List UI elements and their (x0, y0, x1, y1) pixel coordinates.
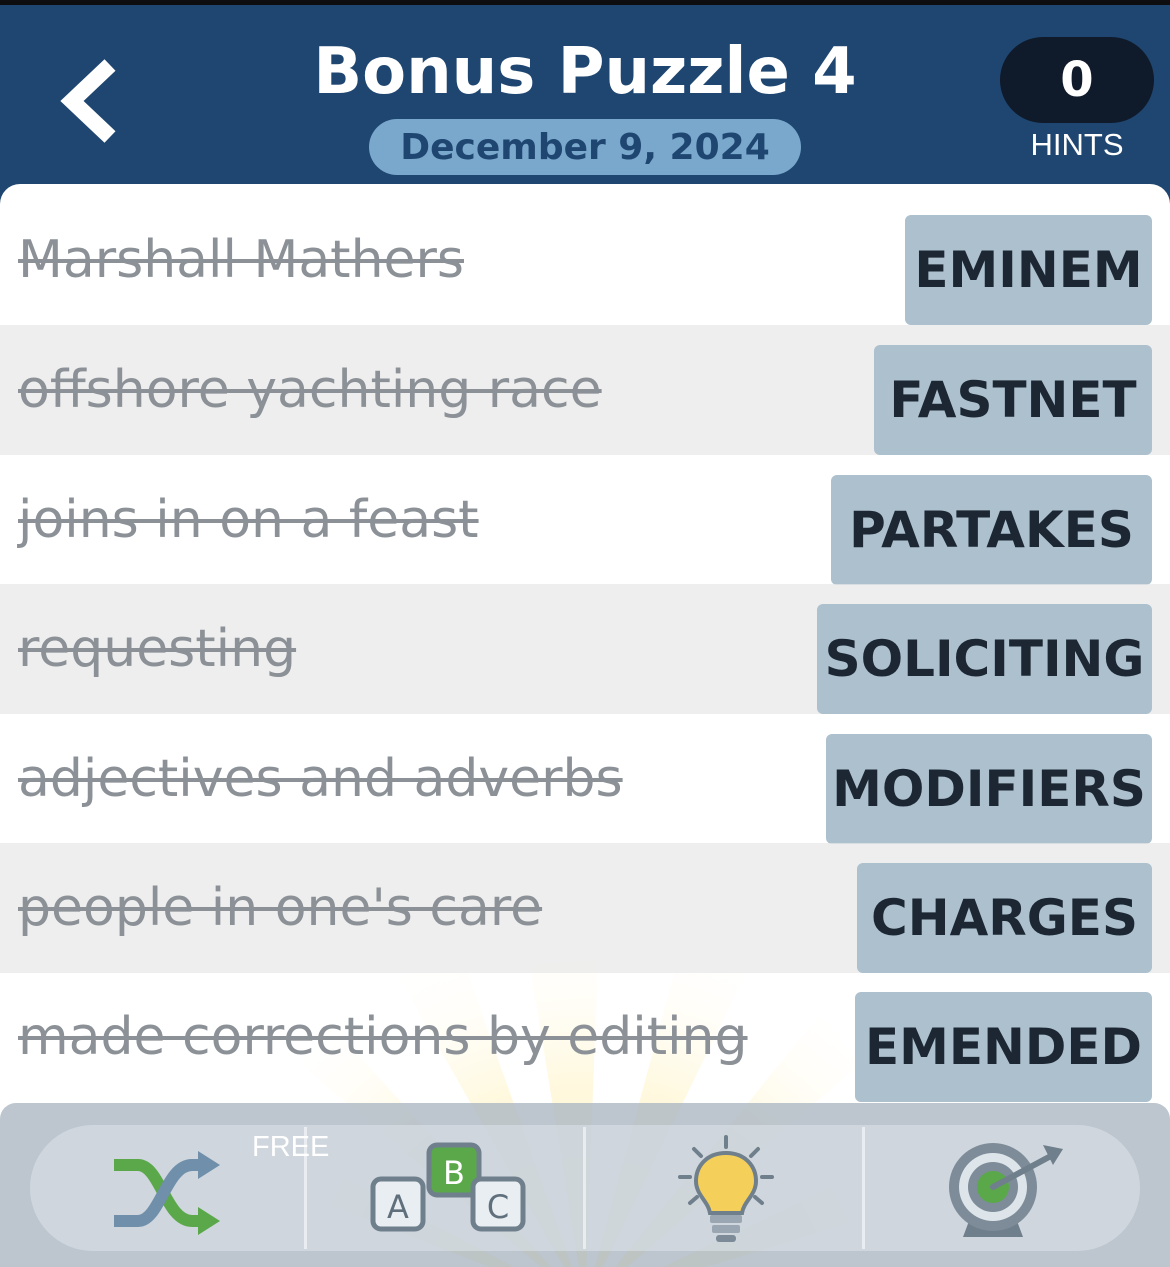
solve-button[interactable] (865, 1125, 1140, 1251)
toolbar: FREE A B C (0, 1103, 1170, 1267)
answer-tile[interactable]: SOLICITING (817, 604, 1152, 714)
back-button[interactable] (52, 53, 132, 153)
clue-row: people in one's care CHARGES (0, 843, 1170, 973)
clue-row: joins in on a feast PARTAKES (0, 455, 1170, 585)
target-icon (949, 1143, 1063, 1237)
page-title: Bonus Puzzle 4 (313, 35, 857, 109)
shuffle-button[interactable]: FREE (30, 1125, 329, 1251)
clue-row: made corrections by editing EMENDED (0, 972, 1170, 1102)
block-letter-a: A (387, 1188, 409, 1226)
toolbar-pill: FREE A B C (30, 1125, 1140, 1251)
clue-text: offshore yachting race (18, 360, 602, 420)
chevron-left-icon (60, 59, 116, 143)
block-letter-c: C (487, 1188, 509, 1226)
clue-row: adjectives and adverbs MODIFIERS (0, 714, 1170, 844)
answer-tile[interactable]: EMENDED (855, 992, 1152, 1102)
clue-text: made corrections by editing (18, 1007, 748, 1067)
answer-tile[interactable]: CHARGES (857, 863, 1152, 973)
hints-counter[interactable]: 0 (1000, 37, 1154, 123)
answer-tile[interactable]: FASTNET (874, 345, 1152, 455)
reveal-letter-button[interactable]: A B C (307, 1125, 582, 1251)
clue-row: offshore yachting race FASTNET (0, 325, 1170, 455)
clue-row: Marshall Mathers EMINEM (0, 195, 1170, 325)
lightbulb-icon (678, 1135, 774, 1242)
answer-tile[interactable]: PARTAKES (831, 475, 1152, 585)
clue-text: joins in on a feast (18, 490, 479, 550)
clue-text: people in one's care (18, 878, 543, 938)
shuffle-icon (114, 1151, 220, 1235)
block-letter-b: B (443, 1154, 465, 1192)
clue-text: adjectives and adverbs (18, 749, 623, 809)
header: Bonus Puzzle 4 December 9, 2024 0 HINTS (0, 5, 1170, 190)
hint-button[interactable] (586, 1125, 861, 1251)
hints-label: HINTS (1030, 127, 1124, 162)
clue-row: requesting SOLICITING (0, 584, 1170, 714)
clue-text: Marshall Mathers (18, 230, 464, 290)
clue-text: requesting (18, 619, 297, 679)
answer-tile[interactable]: MODIFIERS (826, 734, 1152, 844)
date-badge: December 9, 2024 (369, 119, 801, 175)
answer-tile[interactable]: EMINEM (905, 215, 1152, 325)
abc-blocks-icon: A B C (370, 1142, 526, 1232)
